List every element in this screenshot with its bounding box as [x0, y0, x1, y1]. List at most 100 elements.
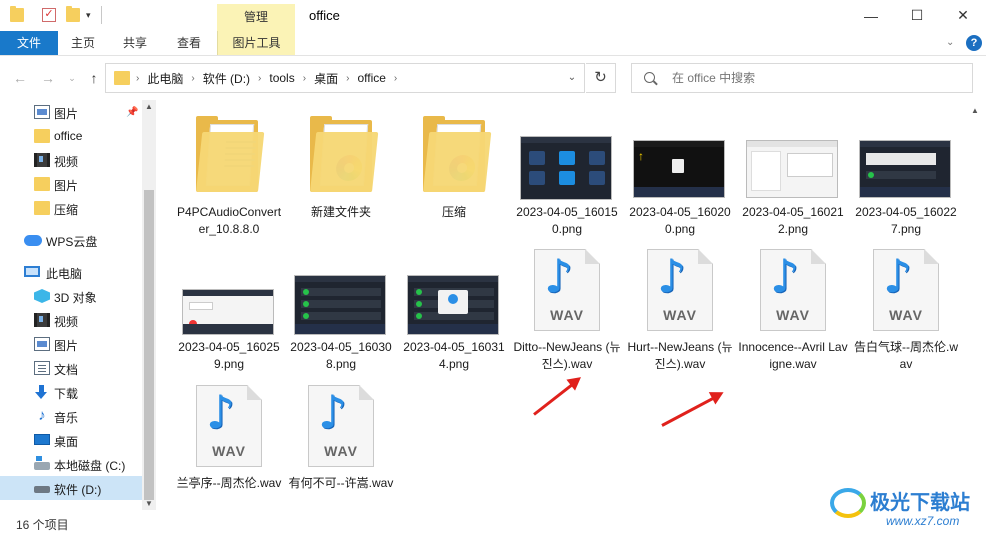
scroll-down-icon[interactable]: ▼: [142, 499, 156, 508]
file-item-wav[interactable]: ♪ WAV Hurt--NewJeans (뉴진스).wav: [625, 245, 735, 375]
file-name: 有何不可--许嵩.wav: [288, 476, 394, 490]
file-item-wav[interactable]: ♪ WAV 告白气球--周杰伦.wav: [851, 245, 961, 375]
search-box[interactable]: [631, 63, 973, 93]
refresh-button[interactable]: ↻: [586, 63, 616, 93]
nav-item-downloads[interactable]: 下载: [0, 380, 142, 404]
tab-home[interactable]: 主页: [60, 31, 106, 55]
breadcrumb-separator-icon[interactable]: ›: [191, 73, 194, 84]
nav-scrollbar[interactable]: ▲ ▼: [142, 100, 156, 510]
ribbon-collapse-icon[interactable]: ⌄: [946, 37, 954, 48]
file-item-image[interactable]: 2023-04-05_160308.png: [286, 245, 396, 375]
nav-item-desktop[interactable]: 桌面: [0, 428, 142, 452]
breadcrumb-separator-icon[interactable]: ›: [346, 73, 349, 84]
breadcrumb-item[interactable]: office: [357, 71, 385, 85]
breadcrumb: › 此电脑 › 软件 (D:) › tools › 桌面 › office ›: [136, 64, 405, 92]
maximize-button[interactable]: ☐: [894, 0, 940, 31]
breadcrumb-item[interactable]: tools: [269, 71, 294, 85]
breadcrumb-separator-icon[interactable]: ›: [394, 73, 397, 84]
nav-item-office[interactable]: office: [0, 124, 142, 148]
nav-item-label: 3D 对象: [54, 291, 97, 305]
nav-item-compress[interactable]: 压缩: [0, 196, 142, 220]
folder-icon: [196, 116, 265, 192]
address-bar[interactable]: › 此电脑 › 软件 (D:) › tools › 桌面 › office › …: [105, 63, 585, 93]
file-item-wav[interactable]: ♪ WAV 兰亭序--周杰伦.wav: [174, 381, 284, 509]
back-button[interactable]: ←: [10, 68, 30, 88]
minimize-button[interactable]: —: [848, 0, 894, 31]
recent-locations-icon[interactable]: ⌄: [62, 68, 82, 88]
nav-item-label: 图片: [54, 107, 79, 121]
file-item-wav[interactable]: ♪ WAV 有何不可--许嵩.wav: [286, 381, 396, 509]
tab-view[interactable]: 查看: [166, 31, 212, 55]
nav-item-quick-pictures[interactable]: 图片 📌: [0, 100, 142, 124]
manage-tab[interactable]: 管理: [217, 4, 295, 31]
breadcrumb-separator-icon[interactable]: ›: [303, 73, 306, 84]
audio-file-icon: ♪ WAV: [534, 249, 600, 331]
quick-access-dropdown-icon[interactable]: ▾: [86, 10, 91, 21]
scroll-up-icon[interactable]: ▲: [968, 106, 982, 115]
up-button[interactable]: ↑: [84, 68, 104, 88]
scroll-up-icon[interactable]: ▲: [142, 102, 156, 111]
nav-item-label: 图片: [54, 339, 79, 353]
file-item-image[interactable]: 2023-04-05_160314.png: [399, 245, 509, 375]
breadcrumb-item[interactable]: 桌面: [314, 70, 338, 87]
music-icon: ♪: [38, 407, 46, 424]
close-button[interactable]: ✕: [940, 0, 986, 31]
nav-item-pictures[interactable]: 图片: [0, 332, 142, 356]
new-folder-icon[interactable]: [66, 6, 80, 22]
audio-file-icon: ♪ WAV: [196, 385, 262, 467]
file-name: 2023-04-05_160314.png: [403, 340, 505, 371]
search-input[interactable]: [672, 69, 962, 87]
file-item-image[interactable]: 2023-04-05_160150.png: [512, 110, 622, 240]
cloud-icon: [24, 235, 42, 246]
nav-item-drive-d[interactable]: 软件 (D:): [0, 476, 142, 500]
nav-item-video[interactable]: 视频: [0, 308, 142, 332]
picture-icon: [34, 105, 50, 119]
breadcrumb-item[interactable]: 此电脑: [147, 70, 183, 87]
folder-icon: [423, 116, 492, 192]
tab-file[interactable]: 文件: [0, 31, 58, 55]
watermark-title: 极光下载站: [870, 492, 970, 514]
nav-item-label: 视频: [54, 155, 79, 169]
nav-item-this-pc[interactable]: 此电脑: [0, 260, 142, 284]
nav-item-music[interactable]: ♪ 音乐: [0, 404, 142, 428]
file-item-wav[interactable]: ♪ WAV Innocence--Avril Lavigne.wav: [738, 245, 848, 375]
file-item-image[interactable]: 2023-04-05_160212.png: [738, 110, 848, 240]
drive-c-icon: [34, 456, 50, 470]
watermark-logo-icon: [830, 488, 866, 518]
nav-item-label: office: [54, 129, 83, 143]
nav-item-documents[interactable]: 文档: [0, 356, 142, 380]
file-item-wav[interactable]: ♪ WAV Ditto--NewJeans (뉴진스).wav: [512, 245, 622, 375]
file-name: Hurt--NewJeans (뉴진스).wav: [627, 340, 733, 371]
image-thumbnail: [407, 275, 499, 335]
file-item-image[interactable]: ↑ 2023-04-05_160200.png: [625, 110, 735, 240]
breadcrumb-separator-icon[interactable]: ›: [258, 73, 261, 84]
nav-item-quick-video[interactable]: 视频: [0, 148, 142, 172]
nav-item-3d-objects[interactable]: 3D 对象: [0, 284, 142, 308]
pin-icon[interactable]: 📌: [126, 107, 138, 118]
folder-icon: [34, 201, 50, 215]
nav-item-quick-pictures-folder[interactable]: 图片: [0, 172, 142, 196]
help-icon[interactable]: ?: [966, 35, 982, 51]
scrollbar-thumb[interactable]: [144, 190, 154, 500]
tab-picture-tools[interactable]: 图片工具: [217, 31, 295, 55]
folder-icon: [310, 116, 379, 192]
desktop-icon: [34, 434, 50, 445]
tab-share[interactable]: 共享: [112, 31, 158, 55]
folder-icon: [34, 129, 50, 143]
breadcrumb-item[interactable]: 软件 (D:): [203, 70, 250, 87]
address-dropdown-icon[interactable]: ⌄: [560, 64, 584, 92]
nav-item-drive-c[interactable]: 本地磁盘 (C:): [0, 452, 142, 476]
nav-item-wps-cloud[interactable]: WPS云盘: [0, 228, 142, 252]
file-item-folder[interactable]: 压缩: [399, 110, 509, 240]
content-scrollbar[interactable]: ▲: [968, 100, 984, 508]
audio-file-icon: ♪ WAV: [760, 249, 826, 331]
file-name: 新建文件夹: [310, 205, 371, 219]
properties-check-icon[interactable]: ✓: [42, 8, 56, 22]
file-item-folder[interactable]: 新建文件夹: [286, 110, 396, 240]
forward-button[interactable]: →: [38, 68, 58, 88]
image-thumbnail: [182, 289, 274, 335]
file-item-image[interactable]: 2023-04-05_160259.png: [174, 245, 284, 375]
file-item-folder[interactable]: P4PCAudioConverter_10.8.8.0: [174, 110, 284, 240]
file-item-image[interactable]: 2023-04-05_160227.png: [851, 110, 961, 240]
3d-objects-icon: [34, 289, 50, 303]
